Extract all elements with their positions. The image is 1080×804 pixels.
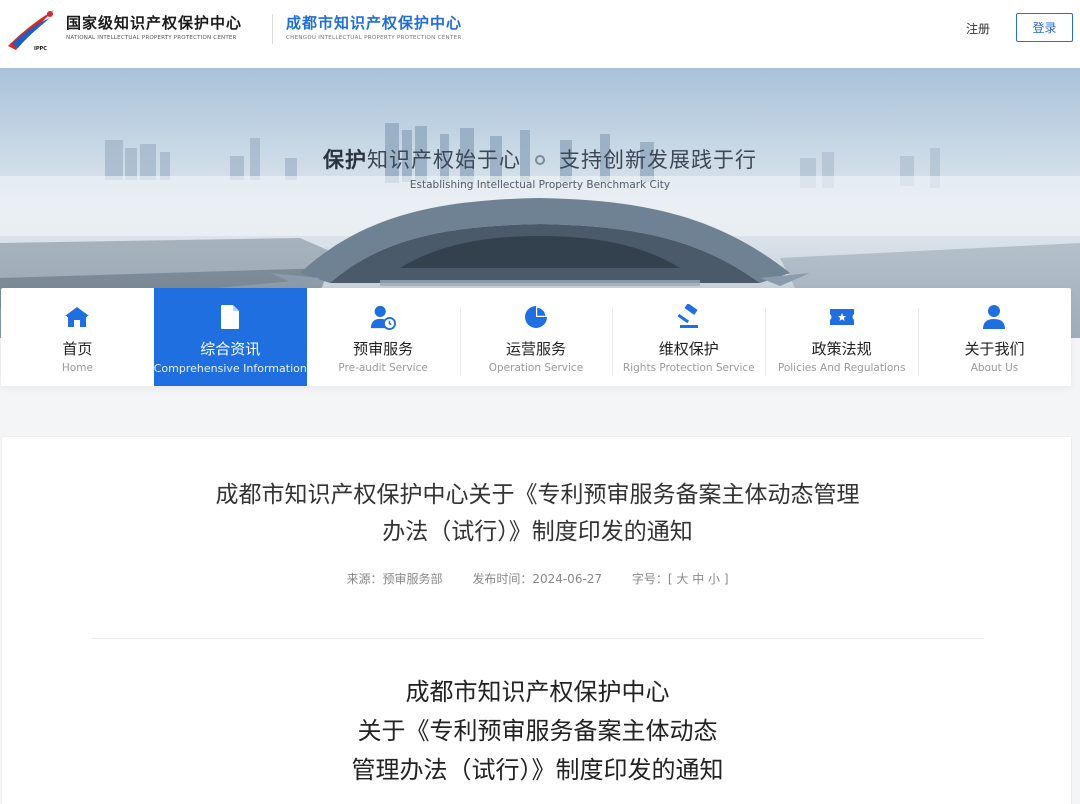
nav-label-en: Operation Service (488, 362, 584, 374)
article-body-title-line: 成都市知识产权保护中心 (405, 678, 670, 706)
nav-item-policies[interactable]: 政策法规 Policies And Regulations (765, 288, 918, 386)
pie-chart-icon (523, 304, 549, 330)
gavel-icon (676, 304, 702, 330)
nav-label-en: About Us (970, 362, 1019, 374)
banner-slogan-en: Establishing Intellectual Property Bench… (409, 179, 671, 191)
article-body-title-line: 关于《专利预审服务备案主体动态 (357, 717, 718, 745)
nav-item-rights-protection[interactable]: 维权保护 Rights Protection Service (612, 288, 765, 386)
font-size-switcher[interactable]: 字号：[ 大 中 小 ] (632, 572, 729, 586)
logo-primary-cn[interactable]: 国家级知识产权保护中心 (66, 12, 242, 33)
nav-label-cn: 运营服务 (505, 340, 566, 358)
banner-slogan: 保护知识产权始于心 支持创新发展践于行 (0, 144, 1080, 174)
user-clock-icon (370, 304, 397, 330)
nav-label-cn: 首页 (62, 340, 93, 358)
logo-secondary-en: CHENGDU INTELLECTUAL PROPERTY PROTECTION… (286, 35, 462, 41)
article-title-line: 成都市知识产权保护中心关于《专利预审服务备案主体动态管理 (215, 482, 860, 508)
nav-label-cn: 维权保护 (658, 340, 719, 358)
logo-divider (272, 14, 273, 44)
home-icon (64, 304, 90, 330)
nav-label-en: Comprehensive Information (153, 362, 307, 375)
article-date: 发布时间：2024-06-27 (472, 572, 603, 586)
ippc-logo-icon[interactable]: IPPC (6, 6, 56, 52)
nav-item-pre-audit[interactable]: 预审服务 Pre-audit Service (307, 288, 460, 386)
login-button[interactable]: 登录 (1016, 13, 1073, 42)
nav-label-cn: 预审服务 (353, 340, 414, 358)
page: IPPC 国家级知识产权保护中心 NATIONAL INTELLECTUAL P… (0, 0, 1080, 804)
logo-primary-en: NATIONAL INTELLECTUAL PROPERTY PROTECTIO… (66, 35, 237, 41)
logo-badge: IPPC (34, 46, 47, 52)
logo-secondary-cn[interactable]: 成都市知识产权保护中心 (286, 12, 462, 33)
article-source: 来源：预审服务部 (346, 572, 443, 586)
article-title: 成都市知识产权保护中心关于《专利预审服务备案主体动态管理 办法（试行）》制度印发… (2, 477, 1073, 551)
nav-label-en: Policies And Regulations (777, 362, 906, 374)
nav-label-cn: 关于我们 (964, 340, 1025, 358)
slogan-part2: 支持创新发展践于行 (559, 148, 757, 172)
user-icon (981, 304, 1007, 330)
article-meta: 来源：预审服务部 发布时间：2024-06-27 字号：[ 大 中 小 ] (2, 570, 1073, 587)
document-icon (217, 304, 243, 330)
nav-label-en: Pre-audit Service (338, 362, 428, 374)
nav-item-operation[interactable]: 运营服务 Operation Service (459, 288, 613, 386)
nav-item-about-us[interactable]: 关于我们 About Us (918, 288, 1071, 386)
article-body-title: 成都市知识产权保护中心 关于《专利预审服务备案主体动态 管理办法（试行）》制度印… (2, 673, 1073, 790)
nav-item-comprehensive-info[interactable]: 综合资讯 Comprehensive Information (154, 288, 307, 386)
article-title-line: 办法（试行）》制度印发的通知 (382, 519, 693, 545)
article-body-title-line: 管理办法（试行）》制度印发的通知 (351, 756, 724, 784)
slogan-bold: 保护 (323, 148, 367, 172)
site-header: IPPC 国家级知识产权保护中心 NATIONAL INTELLECTUAL P… (0, 0, 1080, 68)
register-link[interactable]: 注册 (966, 20, 990, 37)
slogan-part1: 知识产权始于心 (367, 148, 521, 172)
nav-item-home[interactable]: 首页 Home (1, 288, 154, 386)
slogan-dot-icon (535, 154, 545, 165)
nav-label-en: Rights Protection Service (622, 362, 755, 374)
nav-label-cn: 政策法规 (811, 340, 872, 358)
nav-label-cn: 综合资讯 (200, 340, 261, 358)
article-panel: 成都市知识产权保护中心关于《专利预审服务备案主体动态管理 办法（试行）》制度印发… (1, 436, 1072, 804)
nav-label-en: Home (61, 362, 93, 374)
main-nav: 首页 Home 综合资讯 Comprehensive Information 预… (1, 288, 1071, 386)
article-divider (92, 638, 984, 639)
ticket-icon (829, 304, 855, 330)
